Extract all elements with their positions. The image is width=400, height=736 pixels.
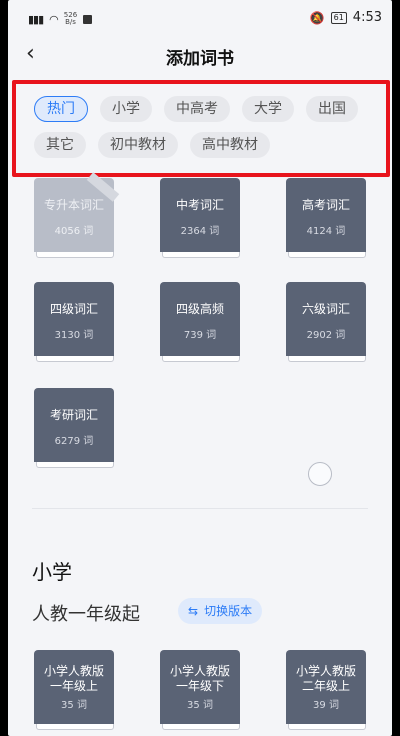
book-card[interactable]: 六级词汇 2902 词 — [286, 282, 366, 362]
book-pages — [162, 356, 240, 362]
book-word-count: 4056 词 — [54, 226, 94, 237]
divider — [32, 508, 368, 509]
category-chip[interactable]: 出国 — [306, 96, 358, 122]
book-card[interactable]: 小学人教版 一年级下 35 词 — [160, 650, 240, 730]
network-speed: 526 B/s — [63, 11, 78, 26]
edition-label: 人教一年级起 — [32, 604, 140, 625]
book-card[interactable]: 小学人教版 二年级上 39 词 — [286, 650, 366, 730]
book-title: 六级词汇 — [301, 302, 350, 316]
mute-icon: 🔕 — [309, 10, 325, 25]
status-bar: ▮▮▮ ◠ 526 B/s 🔕 61 4:53 — [8, 0, 392, 36]
book-word-count: 3130 词 — [54, 330, 94, 341]
book-card[interactable]: 四级高频 739 词 — [160, 282, 240, 362]
book-title: 专升本词汇 — [43, 198, 104, 212]
book-cover: 四级词汇 3130 词 — [34, 282, 114, 356]
book-pages — [288, 252, 366, 258]
book-pages — [162, 252, 240, 258]
book-word-count: 39 词 — [313, 700, 339, 711]
book-title: 中考词汇 — [175, 198, 224, 212]
book-pages — [36, 462, 114, 468]
category-chip[interactable]: 热门 — [34, 96, 88, 122]
book-card[interactable]: 小学人教版 一年级上 35 词 — [34, 650, 114, 730]
category-row-2: 其它 初中教材 高中教材 — [34, 132, 282, 158]
book-pages — [288, 724, 366, 730]
battery-icon: 61 — [330, 11, 347, 24]
switch-edition-label: 切换版本 — [204, 604, 253, 618]
category-chip[interactable]: 中高考 — [164, 96, 230, 122]
category-chip[interactable]: 初中教材 — [98, 132, 178, 158]
category-chip[interactable]: 小学 — [100, 96, 152, 122]
book-pages — [36, 724, 114, 730]
book-pages — [36, 356, 114, 362]
section-title: 小学 — [32, 560, 72, 584]
book-word-count: 739 词 — [183, 330, 217, 341]
screen: ▮▮▮ ◠ 526 B/s 🔕 61 4:53 ‹ 添加词书 热门 小学 中高考 大学… — [8, 0, 392, 736]
book-title: 小学人教版 一年级下 — [169, 664, 230, 693]
book-word-count: 2364 词 — [180, 226, 220, 237]
category-filter: 热门 小学 中高考 大学 出国 其它 初中教材 高中教材 — [12, 80, 390, 177]
book-card[interactable]: 专升本词汇 4056 词 — [34, 172, 120, 258]
book-word-count: 4124 词 — [306, 226, 346, 237]
floating-circle-button[interactable] — [308, 462, 332, 486]
clock: 4:53 — [352, 10, 382, 25]
book-card[interactable]: 高考词汇 4124 词 — [286, 178, 366, 258]
book-title: 考研词汇 — [49, 408, 98, 422]
category-row-1: 热门 小学 中高考 大学 出国 — [34, 96, 370, 122]
category-chip[interactable]: 其它 — [34, 132, 86, 158]
book-cover: 小学人教版 一年级下 35 词 — [160, 650, 240, 724]
signal-icon: ▮▮▮ — [28, 12, 44, 26]
book-word-count: 35 词 — [187, 700, 213, 711]
book-cover: 四级高频 739 词 — [160, 282, 240, 356]
book-card[interactable]: 四级词汇 3130 词 — [34, 282, 114, 362]
book-title: 高考词汇 — [301, 198, 350, 212]
book-pages — [288, 356, 366, 362]
book-title: 四级词汇 — [49, 302, 98, 316]
book-word-count: 2902 词 — [306, 330, 346, 341]
page-title: 添加词书 — [166, 49, 234, 69]
book-cover: 专升本词汇 4056 词 — [34, 172, 120, 252]
book-title: 四级高频 — [175, 302, 224, 316]
book-pages — [36, 252, 114, 258]
swap-icon: ⇆ — [188, 604, 199, 618]
book-cover: 高考词汇 4124 词 — [286, 178, 366, 252]
book-cover: 考研词汇 6279 词 — [34, 388, 114, 462]
book-card[interactable]: 中考词汇 2364 词 — [160, 178, 240, 258]
category-chip[interactable]: 高中教材 — [190, 132, 270, 158]
notification-icon — [83, 14, 93, 24]
wifi-icon: ◠ — [49, 12, 59, 26]
book-title: 小学人教版 一年级上 — [43, 664, 104, 693]
book-word-count: 6279 词 — [54, 436, 94, 447]
book-cover: 中考词汇 2364 词 — [160, 178, 240, 252]
switch-edition-button[interactable]: ⇆ 切换版本 — [178, 598, 263, 624]
header: ‹ 添加词书 — [8, 36, 392, 76]
book-cover: 六级词汇 2902 词 — [286, 282, 366, 356]
book-cover: 小学人教版 二年级上 39 词 — [286, 650, 366, 724]
book-card[interactable]: 考研词汇 6279 词 — [34, 388, 114, 468]
category-chip[interactable]: 大学 — [242, 96, 294, 122]
book-cover: 小学人教版 一年级上 35 词 — [34, 650, 114, 724]
book-pages — [162, 724, 240, 730]
book-word-count: 35 词 — [61, 700, 87, 711]
book-title: 小学人教版 二年级上 — [295, 664, 356, 693]
